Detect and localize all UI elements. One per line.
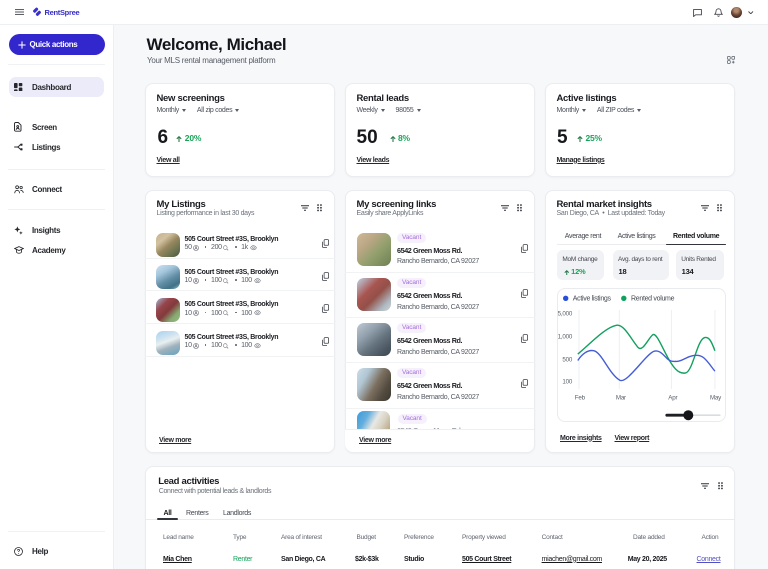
svg-text:100: 100 bbox=[562, 378, 572, 385]
svg-text:Rented volume: Rented volume bbox=[631, 295, 675, 302]
svg-text:5,000: 5,000 bbox=[557, 310, 572, 317]
svg-text:1,000: 1,000 bbox=[557, 333, 572, 340]
svg-text:Mar: Mar bbox=[616, 394, 626, 401]
svg-text:Apr: Apr bbox=[668, 394, 677, 401]
svg-text:Active listings: Active listings bbox=[572, 295, 611, 302]
svg-text:Feb: Feb bbox=[574, 394, 585, 401]
svg-text:500: 500 bbox=[562, 356, 572, 363]
svg-text:May: May bbox=[710, 394, 722, 401]
